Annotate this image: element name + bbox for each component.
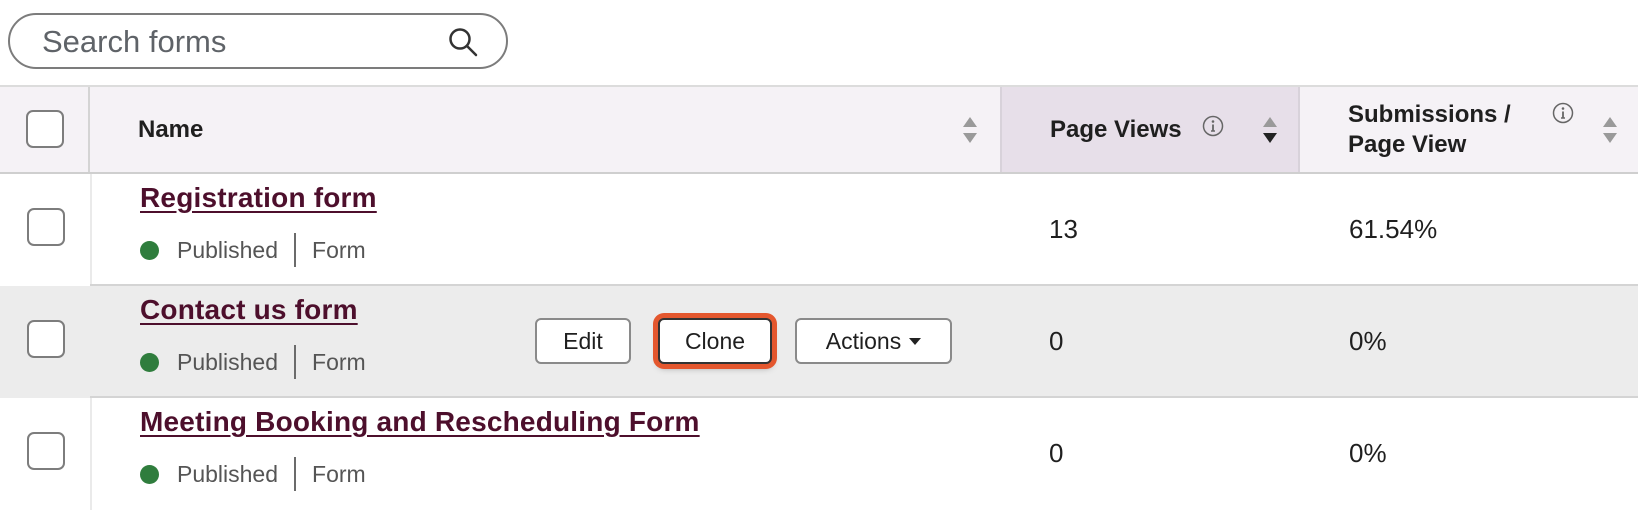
type-label: Form	[312, 348, 366, 375]
row-checkbox[interactable]	[27, 208, 65, 246]
submissions-label-line1: Submissions /	[1348, 101, 1511, 128]
sort-icon[interactable]	[1602, 115, 1618, 145]
form-meta: Published Form	[140, 232, 366, 268]
submission-rate-value: 0%	[1349, 438, 1387, 468]
form-name-link[interactable]: Registration form	[140, 182, 377, 214]
column-header-page-views: Page Views	[1050, 116, 1182, 143]
table-row[interactable]: Contact us form Published Form Edit Clon…	[0, 286, 1638, 398]
page-views-value: 13	[1049, 214, 1078, 244]
actions-dropdown-button[interactable]: Actions	[795, 318, 952, 364]
table-row[interactable]: Registration form Published Form 13 61.5…	[0, 174, 1638, 286]
page-views-column-header[interactable]: Page Views	[1000, 87, 1300, 172]
caret-down-icon	[909, 337, 922, 345]
form-name-link[interactable]: Contact us form	[140, 294, 358, 326]
status-label: Published	[177, 460, 279, 487]
info-icon[interactable]	[1202, 115, 1224, 137]
status-label: Published	[177, 348, 279, 375]
page-views-value: 0	[1049, 438, 1064, 468]
form-meta: Published Form	[140, 344, 366, 380]
search-input[interactable]	[40, 23, 424, 61]
row-checkbox[interactable]	[27, 432, 65, 470]
table-row[interactable]: Meeting Booking and Rescheduling Form Pu…	[0, 398, 1638, 510]
page-views-value: 0	[1049, 326, 1064, 356]
form-name-link[interactable]: Meeting Booking and Rescheduling Form	[140, 406, 700, 438]
sort-descending-icon[interactable]	[1262, 115, 1278, 145]
select-all-checkbox[interactable]	[26, 110, 64, 148]
search-icon[interactable]	[448, 27, 478, 57]
row-checkbox[interactable]	[27, 320, 65, 358]
status-dot-icon	[140, 352, 159, 372]
clone-button[interactable]: Clone	[658, 318, 772, 364]
search-box[interactable]	[8, 13, 508, 69]
type-label: Form	[312, 236, 366, 263]
status-label: Published	[177, 236, 279, 263]
info-icon[interactable]	[1552, 102, 1574, 124]
column-header-submissions[interactable]: Submissions / Page View	[1348, 100, 1511, 160]
form-meta: Published Form	[140, 456, 366, 492]
column-header-name[interactable]: Name	[138, 116, 203, 144]
edit-button[interactable]: Edit	[535, 318, 631, 364]
submission-rate-value: 61.54%	[1349, 214, 1438, 244]
status-dot-icon	[140, 240, 159, 260]
sort-icon[interactable]	[962, 115, 978, 145]
submission-rate-value: 0%	[1349, 326, 1387, 356]
table-header: Name Page Views Submissions / Page View	[0, 85, 1638, 174]
status-dot-icon	[140, 464, 159, 484]
submissions-label-line2: Page View	[1348, 131, 1467, 158]
actions-label: Actions	[825, 327, 902, 354]
type-label: Form	[312, 460, 366, 487]
